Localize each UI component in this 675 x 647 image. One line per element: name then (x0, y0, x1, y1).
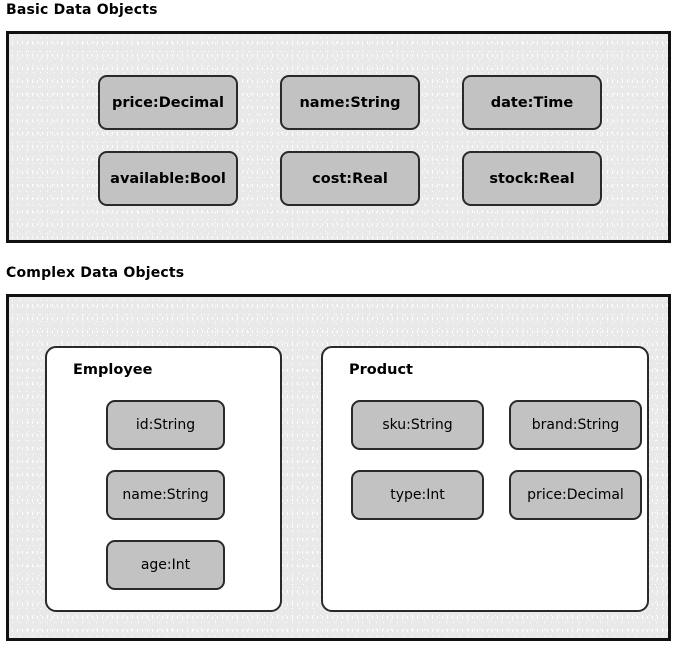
product-field-chip[interactable]: price:Decimal (509, 470, 642, 520)
basic-objects-grid: price:Decimal name:String date:Time avai… (9, 34, 668, 240)
basic-data-objects-panel: price:Decimal name:String date:Time avai… (6, 31, 671, 243)
basic-object-chip[interactable]: name:String (280, 75, 420, 130)
basic-object-chip[interactable]: price:Decimal (98, 75, 238, 130)
employee-field-chip[interactable]: id:String (106, 400, 225, 450)
card-title-product: Product (349, 362, 413, 378)
complex-object-card-product[interactable]: Product sku:String brand:String type:Int… (321, 346, 649, 612)
product-field-chip[interactable]: sku:String (351, 400, 484, 450)
basic-object-chip[interactable]: available:Bool (98, 151, 238, 206)
basic-object-chip[interactable]: stock:Real (462, 151, 602, 206)
complex-data-objects-panel: Employee id:String name:String age:Int P… (6, 294, 671, 641)
employee-field-chip[interactable]: name:String (106, 470, 225, 520)
product-field-chip[interactable]: brand:String (509, 400, 642, 450)
employee-field-chip[interactable]: age:Int (106, 540, 225, 590)
basic-object-chip[interactable]: cost:Real (280, 151, 420, 206)
section-title-basic: Basic Data Objects (6, 2, 158, 18)
product-field-chip[interactable]: type:Int (351, 470, 484, 520)
data-objects-diagram: Basic Data Objects price:Decimal name:St… (0, 0, 675, 647)
basic-object-chip[interactable]: date:Time (462, 75, 602, 130)
card-title-employee: Employee (73, 362, 153, 378)
section-title-complex: Complex Data Objects (6, 265, 185, 281)
complex-object-card-employee[interactable]: Employee id:String name:String age:Int (45, 346, 282, 612)
